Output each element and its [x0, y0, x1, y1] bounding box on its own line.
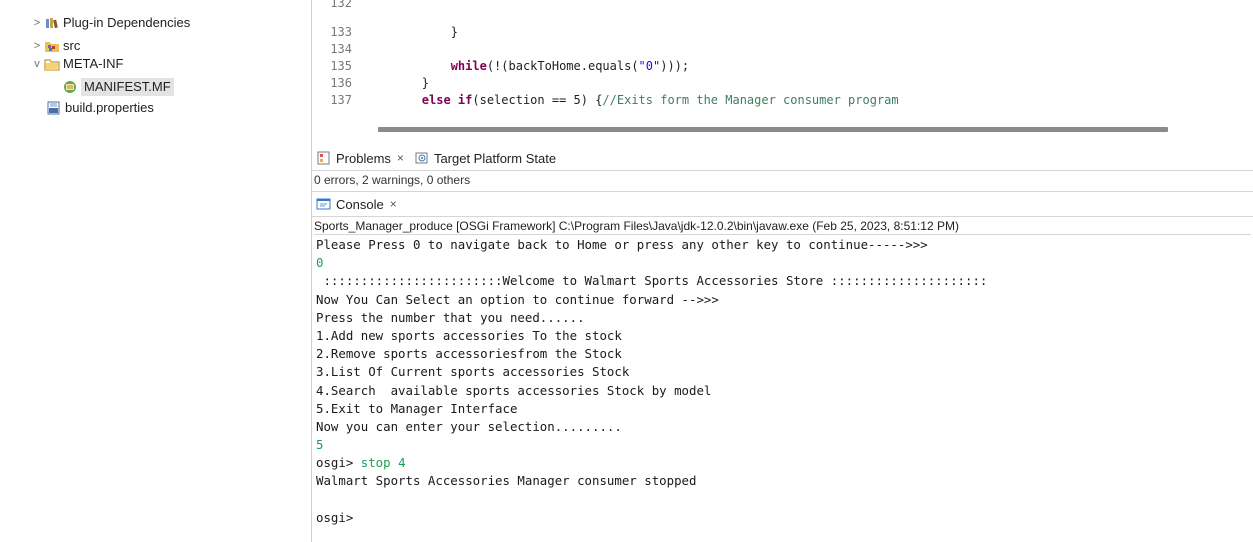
- code-line[interactable]: 133 }: [312, 24, 458, 41]
- code-line[interactable]: 136 }: [312, 75, 429, 92]
- close-icon[interactable]: ×: [397, 151, 404, 165]
- console-text: osgi>: [316, 509, 354, 525]
- tree-item-plugin-dependencies[interactable]: > Plug-in Dependencies: [30, 14, 190, 32]
- code-token: while: [450, 59, 487, 73]
- tab-problems[interactable]: Problems ×: [312, 147, 410, 169]
- console-text: 5.Exit to Manager Interface: [316, 400, 518, 416]
- tree-item-label: src: [63, 38, 81, 53]
- console-text: ::::::::::::::::::::::::Welcome to Walma…: [316, 273, 988, 289]
- console-output[interactable]: Please Press 0 to navigate back to Home …: [316, 236, 987, 527]
- line-number: 135: [330, 59, 352, 73]
- console-text: Now You Can Select an option to continue…: [316, 291, 719, 307]
- code-line[interactable]: 132: [312, 0, 364, 12]
- tree-item-build-properties[interactable]: build.properties: [46, 99, 154, 117]
- tree-item-label: build.properties: [65, 100, 154, 115]
- package-explorer: > Plug-in Dependencies > src v META-INF …: [0, 0, 310, 542]
- console-line: 4.Search available sports accessories St…: [316, 382, 987, 400]
- code-token: (!(backToHome.equals(: [486, 59, 639, 73]
- code-token: }: [421, 76, 430, 90]
- line-number: 132: [330, 0, 352, 10]
- console-line: 0: [316, 254, 987, 272]
- code-line[interactable]: 137 else if(selection == 5) {//Exits for…: [312, 92, 899, 109]
- problems-summary: 0 errors, 2 warnings, 0 others: [314, 173, 471, 187]
- console-tab-bar: Console ×: [312, 191, 1253, 217]
- manifest-file-icon: [62, 80, 78, 94]
- console-text: 2.Remove sports accessoriesfrom the Stoc…: [316, 346, 622, 362]
- tree-item-label: MANIFEST.MF: [81, 78, 174, 96]
- code-line[interactable]: 134: [312, 41, 364, 58]
- console-line: 5.Exit to Manager Interface: [316, 400, 987, 418]
- console-line: Please Press 0 to navigate back to Home …: [316, 236, 987, 254]
- console-text: Walmart Sports Accessories Manager consu…: [316, 473, 697, 489]
- line-number: 137: [330, 93, 352, 107]
- console-text: 3.List Of Current sports accessories Sto…: [316, 364, 630, 380]
- console-text: Please Press 0 to navigate back to Home …: [316, 237, 928, 252]
- chevron-right-icon[interactable]: >: [30, 14, 44, 32]
- console-line: 1.Add new sports accessories To the stoc…: [316, 327, 987, 345]
- console-user-input: 0: [316, 255, 324, 271]
- chevron-down-icon[interactable]: v: [30, 55, 44, 73]
- library-icon: [44, 16, 60, 30]
- tab-target-platform-state[interactable]: Target Platform State: [410, 147, 562, 169]
- console-text: Press the number that you need......: [316, 309, 585, 325]
- code-token: )));: [660, 59, 690, 73]
- console-icon: [316, 197, 332, 211]
- folder-icon: [44, 57, 60, 71]
- console-user-input: stop 4: [360, 455, 406, 471]
- code-token: else if: [421, 93, 473, 107]
- package-folder-icon: [44, 39, 60, 53]
- tab-label: Problems: [336, 150, 391, 166]
- chevron-right-icon[interactable]: >: [30, 37, 44, 55]
- code-token: }: [450, 25, 458, 39]
- console-line: Press the number that you need......: [316, 309, 987, 327]
- console-text: osgi>: [316, 455, 361, 471]
- properties-file-icon: [46, 101, 62, 115]
- console-user-input: 5: [316, 437, 324, 453]
- console-text: 4.Search available sports accessories St…: [316, 382, 712, 398]
- tree-item-manifest[interactable]: MANIFEST.MF: [62, 78, 174, 96]
- console-line: 2.Remove sports accessoriesfrom the Stoc…: [316, 345, 987, 363]
- console-line: 3.List Of Current sports accessories Sto…: [316, 363, 987, 381]
- code-token: (selection == 5) {: [472, 93, 603, 107]
- tree-item-label: META-INF: [63, 56, 124, 71]
- console-line: Now you can enter your selection........…: [316, 418, 987, 436]
- console-line: ::::::::::::::::::::::::Welcome to Walma…: [316, 272, 987, 290]
- console-line: Walmart Sports Accessories Manager consu…: [316, 472, 987, 490]
- code-token: "0": [638, 59, 661, 73]
- console-line: 5: [316, 436, 987, 454]
- tab-label: Console: [336, 196, 384, 212]
- problems-tab-bar: Problems × Target Platform State: [312, 146, 1253, 171]
- console-text: 1.Add new sports accessories To the stoc…: [316, 327, 622, 343]
- close-icon[interactable]: ×: [390, 197, 397, 211]
- tab-label: Target Platform State: [433, 150, 557, 166]
- console-line: osgi>: [316, 509, 987, 527]
- target-platform-icon: [414, 151, 430, 165]
- console-line: Now You Can Select an option to continue…: [316, 291, 987, 309]
- line-number: 136: [330, 76, 352, 90]
- code-token: //Exits form the Manager consumer progra…: [602, 93, 899, 107]
- tree-item-src[interactable]: > src: [30, 37, 81, 55]
- code-editor[interactable]: 132 133 } 134 135 while(!(backToHome.equals…: [312, 0, 1253, 130]
- console-line: osgi> stop 4: [316, 454, 987, 472]
- tab-console[interactable]: Console ×: [312, 193, 403, 215]
- console-description: Sports_Manager_produce [OSGi Framework] …: [314, 218, 1251, 235]
- code-line[interactable]: 135 while(!(backToHome.equals("0")));: [312, 58, 689, 75]
- editor-horizontal-scrollbar[interactable]: [378, 127, 1168, 132]
- problems-icon: [316, 151, 332, 165]
- line-number: 133: [330, 25, 352, 39]
- console-text: Now you can enter your selection........…: [316, 418, 622, 434]
- line-number: 134: [330, 42, 352, 56]
- tree-item-label: Plug-in Dependencies: [63, 15, 191, 30]
- tree-item-meta-inf[interactable]: v META-INF: [30, 55, 123, 73]
